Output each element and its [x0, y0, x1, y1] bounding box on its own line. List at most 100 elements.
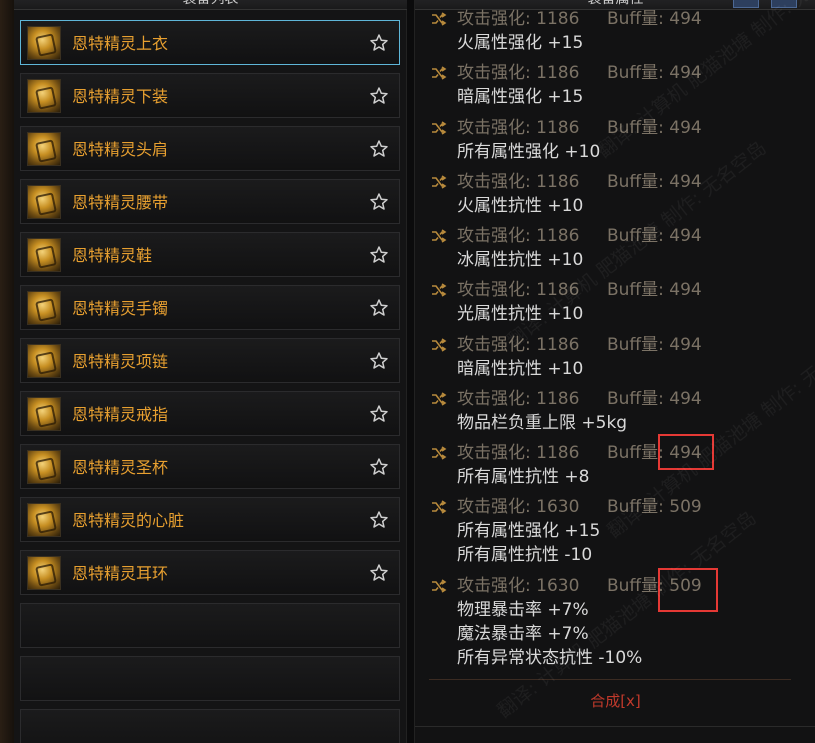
equipment-name: 恩特精灵项链 — [72, 352, 169, 371]
attack-boost: 攻击强化: 1186 — [457, 443, 580, 463]
effect-line: 所有异常状态抗性 -10% — [457, 648, 643, 668]
effect-line: 冰属性抗性 +10 — [457, 250, 584, 270]
star-icon[interactable] — [369, 404, 389, 424]
equipment-item[interactable]: 恩特精灵手镯 — [20, 285, 400, 330]
star-icon[interactable] — [369, 563, 389, 583]
effect-line: 所有属性抗性 +8 — [457, 467, 590, 487]
equipment-item[interactable]: 恩特精灵的心脏 — [20, 497, 400, 542]
effect-line: 所有属性强化 +10 — [457, 142, 601, 162]
effect-line: 魔法暴击率 +7% — [457, 624, 589, 644]
equipment-item[interactable]: 恩特精灵圣杯 — [20, 444, 400, 489]
equipment-name: 恩特精灵手镯 — [72, 299, 169, 318]
buff-amount: Buff量: 494 — [607, 335, 702, 355]
star-icon[interactable] — [369, 192, 389, 212]
buff-amount: Buff量: 509 — [607, 497, 702, 517]
highlight-box — [658, 568, 718, 612]
effect-line: 光属性抗性 +10 — [457, 304, 584, 324]
empty-equipment-slot[interactable] — [20, 656, 400, 701]
star-icon[interactable] — [369, 457, 389, 477]
equipment-item[interactable]: 恩特精灵头肩 — [20, 126, 400, 171]
effect-line: 火属性强化 +15 — [457, 33, 584, 53]
equipment-item[interactable]: 恩特精灵腰带 — [20, 179, 400, 224]
effect-line: 所有属性抗性 -10 — [457, 545, 593, 565]
empty-equipment-slot[interactable] — [20, 709, 400, 743]
collapse-button[interactable] — [771, 0, 797, 8]
buff-amount: Buff量: 494 — [607, 172, 702, 192]
shuffle-icon[interactable] — [431, 446, 447, 460]
stat-line: 攻击强化: 1186 Buff量: 494 — [457, 61, 702, 85]
equipment-item[interactable]: 恩特精灵下装 — [20, 73, 400, 118]
highlight-box — [658, 434, 714, 470]
equipment-icon — [27, 132, 61, 166]
equipment-name: 恩特精灵下装 — [72, 87, 169, 106]
stat-line: 攻击强化: 1186 Buff量: 494 — [457, 116, 702, 140]
equipment-item[interactable]: 恩特精灵戒指 — [20, 391, 400, 436]
equipment-name: 恩特精灵头肩 — [72, 140, 169, 159]
equipment-icon — [27, 503, 61, 537]
star-icon[interactable] — [369, 351, 389, 371]
buff-amount: Buff量: 494 — [607, 118, 702, 138]
effect-line: 暗属性强化 +15 — [457, 87, 584, 107]
star-icon[interactable] — [369, 33, 389, 53]
equipment-icon — [27, 556, 61, 590]
effect-line: 暗属性抗性 +10 — [457, 359, 584, 379]
shuffle-icon[interactable] — [431, 283, 447, 297]
attack-boost: 攻击强化: 1186 — [457, 280, 580, 300]
equipment-icon — [27, 79, 61, 113]
buff-amount: Buff量: 494 — [607, 389, 702, 409]
stat-line: 攻击强化: 1186 Buff量: 494 — [457, 333, 702, 357]
merge-link[interactable]: 合成[x] — [415, 690, 815, 711]
equipment-item[interactable]: 恩特精灵鞋 — [20, 232, 400, 277]
effect-line: 火属性抗性 +10 — [457, 196, 584, 216]
attribute-panel: 装备属性 攻击强化: 1186Buff量: 494 火属性强化 +15 攻击强化… — [414, 0, 815, 743]
equipment-name: 恩特精灵的心脏 — [72, 511, 185, 530]
empty-equipment-slot[interactable] — [20, 603, 400, 648]
shuffle-icon[interactable] — [431, 229, 447, 243]
equipment-list-panel: 装备列表 恩特精灵上衣 恩特精灵下装 恩特精灵头肩 恩特精灵腰带 恩特精灵鞋 恩… — [14, 0, 407, 743]
equipment-name: 恩特精灵戒指 — [72, 405, 169, 424]
star-icon[interactable] — [369, 86, 389, 106]
attack-boost: 攻击强化: 1186 — [457, 335, 580, 355]
divider — [429, 679, 791, 680]
attack-boost: 攻击强化: 1186 — [457, 172, 580, 192]
shuffle-icon[interactable] — [431, 121, 447, 135]
shuffle-icon[interactable] — [431, 579, 447, 593]
shuffle-icon[interactable] — [431, 66, 447, 80]
equipment-icon — [27, 26, 61, 60]
list-view-button[interactable] — [733, 0, 759, 8]
equipment-icon — [27, 185, 61, 219]
star-icon[interactable] — [369, 510, 389, 530]
star-icon[interactable] — [369, 298, 389, 318]
shuffle-icon[interactable] — [431, 392, 447, 406]
attack-boost: 攻击强化: 1186 — [457, 389, 580, 409]
shuffle-icon[interactable] — [431, 500, 447, 514]
attack-boost: 攻击强化: 1186 — [457, 118, 580, 138]
attack-boost: 攻击强化: 1630 — [457, 497, 580, 517]
stat-line: 攻击强化: 1186 Buff量: 494 — [457, 170, 702, 194]
shuffle-icon[interactable] — [431, 12, 447, 26]
stat-line: 攻击强化: 1186 Buff量: 494 — [457, 224, 702, 248]
equipment-icon — [27, 291, 61, 325]
buff-amount: Buff量: 494 — [607, 226, 702, 246]
equipment-icon — [27, 344, 61, 378]
equipment-list-header: 装备列表 — [14, 0, 407, 10]
divider — [415, 726, 815, 727]
equipment-name: 恩特精灵上衣 — [72, 34, 169, 53]
equipment-item[interactable]: 恩特精灵耳环 — [20, 550, 400, 595]
equipment-icon — [27, 397, 61, 431]
effect-line: 所有属性强化 +15 — [457, 521, 601, 541]
attack-boost: 攻击强化: 1186 — [457, 226, 580, 246]
stat-line: 攻击强化: 1630 Buff量: 509 — [457, 495, 702, 519]
attack-boost: 攻击强化: 1630 — [457, 576, 580, 596]
shuffle-icon[interactable] — [431, 338, 447, 352]
buff-amount: Buff量: 494 — [607, 63, 702, 83]
shuffle-icon[interactable] — [431, 175, 447, 189]
stat-line: 攻击强化: 1186 Buff量: 494 — [457, 387, 702, 411]
equipment-item[interactable]: 恩特精灵上衣 — [20, 20, 400, 65]
effect-line: 物理暴击率 +7% — [457, 600, 589, 620]
buff-amount: Buff量: 494 — [607, 9, 702, 29]
star-icon[interactable] — [369, 245, 389, 265]
equipment-item[interactable]: 恩特精灵项链 — [20, 338, 400, 383]
star-icon[interactable] — [369, 139, 389, 159]
attack-boost: 攻击强化: 1186 — [457, 9, 580, 29]
